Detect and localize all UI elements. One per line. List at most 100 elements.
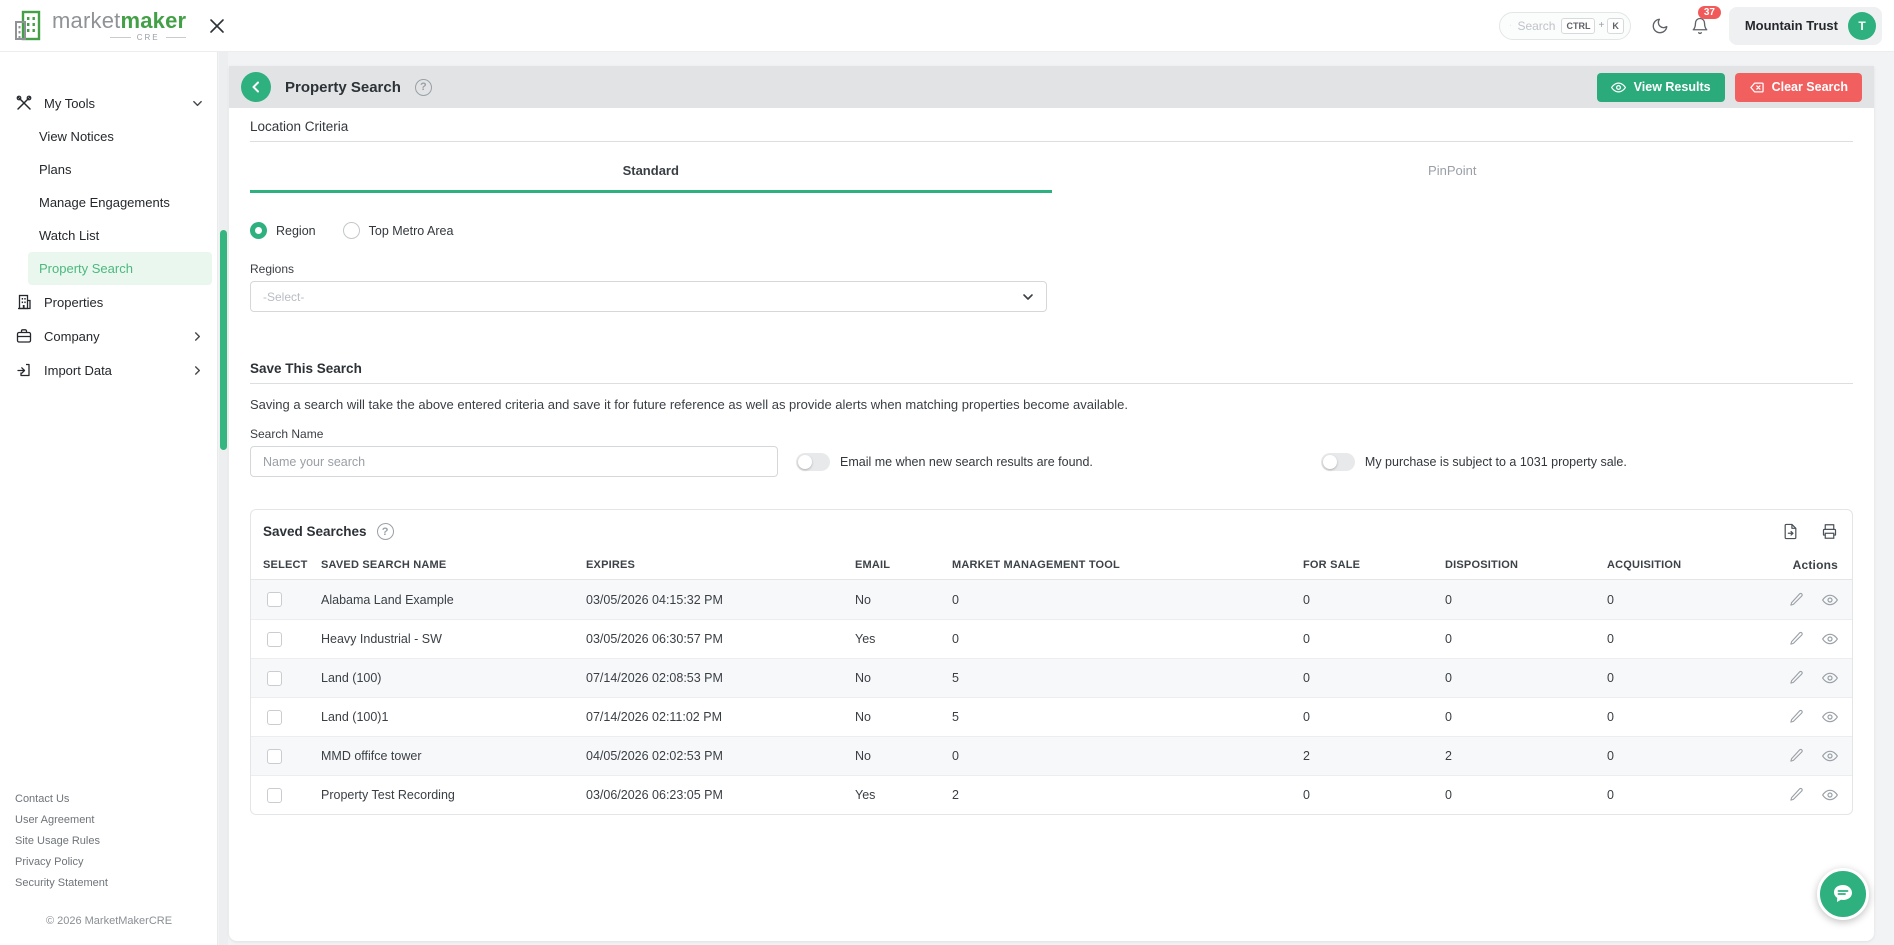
brand-word-market: market <box>52 8 120 33</box>
tools-icon <box>16 95 32 111</box>
table-row: Heavy Industrial - SW 03/05/2026 06:30:5… <box>251 619 1852 658</box>
cell-email: No <box>843 710 940 724</box>
print-icon[interactable] <box>1821 523 1838 540</box>
row-checkbox[interactable] <box>267 632 282 647</box>
cell-email: Yes <box>843 788 940 802</box>
col-acquisition: ACQUISITION <box>1595 559 1775 571</box>
email-toggle[interactable] <box>796 453 830 471</box>
edit-pencil-icon[interactable] <box>1789 592 1804 607</box>
saved-searches-panel: Saved Searches <box>250 509 1853 815</box>
col-mmt: MARKET MANAGEMENT TOOL <box>940 559 1291 571</box>
cell-market-management-tool: 5 <box>940 671 1291 685</box>
sidebar-item-label: Import Data <box>44 363 112 378</box>
chevron-left-icon <box>250 81 262 93</box>
cell-acquisition: 0 <box>1595 593 1775 607</box>
cell-disposition: 2 <box>1433 749 1595 763</box>
cell-saved-search-name: Land (100)1 <box>309 710 574 724</box>
cell-market-management-tool: 5 <box>940 710 1291 724</box>
region-radio[interactable] <box>250 222 267 239</box>
chat-fab-button[interactable] <box>1817 868 1869 920</box>
regions-select[interactable]: -Select- <box>250 281 1047 312</box>
edit-pencil-icon[interactable] <box>1789 787 1804 802</box>
cell-disposition: 0 <box>1433 710 1595 724</box>
cell-market-management-tool: 0 <box>940 632 1291 646</box>
sidebar-subitem[interactable]: Manage Engagements <box>28 186 212 219</box>
view-eye-icon[interactable] <box>1822 787 1838 803</box>
sidebar-subitem[interactable]: View Notices <box>28 120 212 153</box>
footer-link[interactable]: Privacy Policy <box>15 856 217 868</box>
moon-icon <box>1651 17 1669 35</box>
sidebar-item-company[interactable]: Company <box>0 319 217 353</box>
sidebar-footer: Contact Us User Agreement Site Usage Rul… <box>0 793 217 945</box>
cell-for-sale: 2 <box>1291 749 1433 763</box>
cell-expires: 03/05/2026 06:30:57 PM <box>574 632 843 646</box>
search-name-input[interactable] <box>250 446 778 477</box>
buildings-logo-icon <box>12 9 46 43</box>
search-name-label: Search Name <box>250 427 1853 441</box>
footer-link[interactable]: Contact Us <box>15 793 217 805</box>
edit-pencil-icon[interactable] <box>1789 631 1804 646</box>
global-search-input[interactable]: Search CTRL + K <box>1499 12 1631 40</box>
sidebar-item-import-data[interactable]: Import Data <box>0 353 217 387</box>
view-eye-icon[interactable] <box>1822 592 1838 608</box>
sidebar-item-label: Company <box>44 329 100 344</box>
view-eye-icon[interactable] <box>1822 709 1838 725</box>
edit-pencil-icon[interactable] <box>1789 670 1804 685</box>
tab-pinpoint[interactable]: PinPoint <box>1052 163 1854 193</box>
building-icon <box>16 294 32 310</box>
row-checkbox[interactable] <box>267 671 282 686</box>
kbd-k: K <box>1607 18 1624 34</box>
save-search-heading: Save This Search <box>250 361 1853 376</box>
view-results-label: View Results <box>1634 80 1711 94</box>
avatar: T <box>1848 12 1876 40</box>
export-icon[interactable] <box>1782 523 1799 540</box>
clear-search-button[interactable]: Clear Search <box>1735 73 1862 102</box>
sidebar-item-label: My Tools <box>44 96 95 111</box>
notifications-button[interactable]: 37 <box>1689 15 1711 37</box>
toggle-knob <box>1323 455 1337 469</box>
app-logo[interactable]: marketmaker CRE <box>12 9 186 43</box>
top-metro-radio[interactable] <box>343 222 360 239</box>
sidebar-subitem-label: Watch List <box>39 228 99 243</box>
help-icon[interactable] <box>415 79 432 96</box>
footer-link[interactable]: User Agreement <box>15 814 217 826</box>
tab-standard[interactable]: Standard <box>250 163 1052 193</box>
row-checkbox[interactable] <box>267 592 282 607</box>
close-icon[interactable] <box>208 17 226 35</box>
purchase-1031-toggle[interactable] <box>1321 453 1355 471</box>
cell-disposition: 0 <box>1433 671 1595 685</box>
brand-word-maker: maker <box>120 8 186 33</box>
briefcase-icon <box>16 328 32 344</box>
kbd-ctrl: CTRL <box>1561 18 1595 34</box>
row-checkbox[interactable] <box>267 788 282 803</box>
row-checkbox[interactable] <box>267 749 282 764</box>
sidebar-scrollbar[interactable] <box>219 52 228 945</box>
save-search-description: Saving a search will take the above ente… <box>250 397 1853 412</box>
sidebar-subitem[interactable]: Watch List <box>28 219 212 252</box>
table-row: Land (100) 07/14/2026 02:08:53 PM No 5 0… <box>251 658 1852 697</box>
back-button[interactable] <box>241 72 271 102</box>
sidebar-item-my-tools[interactable]: My Tools <box>0 86 217 120</box>
sidebar-subitem-label: View Notices <box>39 129 114 144</box>
view-eye-icon[interactable] <box>1822 631 1838 647</box>
top-metro-radio-label: Top Metro Area <box>369 224 454 238</box>
footer-link[interactable]: Site Usage Rules <box>15 835 217 847</box>
row-checkbox[interactable] <box>267 710 282 725</box>
view-eye-icon[interactable] <box>1822 748 1838 764</box>
cell-disposition: 0 <box>1433 788 1595 802</box>
view-results-button[interactable]: View Results <box>1597 73 1725 102</box>
edit-pencil-icon[interactable] <box>1789 709 1804 724</box>
user-menu[interactable]: Mountain Trust T <box>1729 7 1882 45</box>
view-eye-icon[interactable] <box>1822 670 1838 686</box>
table-body: Alabama Land Example 03/05/2026 04:15:32… <box>251 580 1852 814</box>
help-icon[interactable] <box>377 523 394 540</box>
footer-link[interactable]: Security Statement <box>15 877 217 889</box>
table-row: Alabama Land Example 03/05/2026 04:15:32… <box>251 580 1852 619</box>
sidebar-subitem[interactable]: Plans <box>28 153 212 186</box>
edit-pencil-icon[interactable] <box>1789 748 1804 763</box>
dark-mode-toggle[interactable] <box>1649 15 1671 37</box>
scrollbar-thumb[interactable] <box>220 230 227 450</box>
table-row: MMD offifce tower 04/05/2026 02:02:53 PM… <box>251 736 1852 775</box>
sidebar-subitem[interactable]: Property Search <box>28 252 212 285</box>
sidebar-item-properties[interactable]: Properties <box>0 285 217 319</box>
